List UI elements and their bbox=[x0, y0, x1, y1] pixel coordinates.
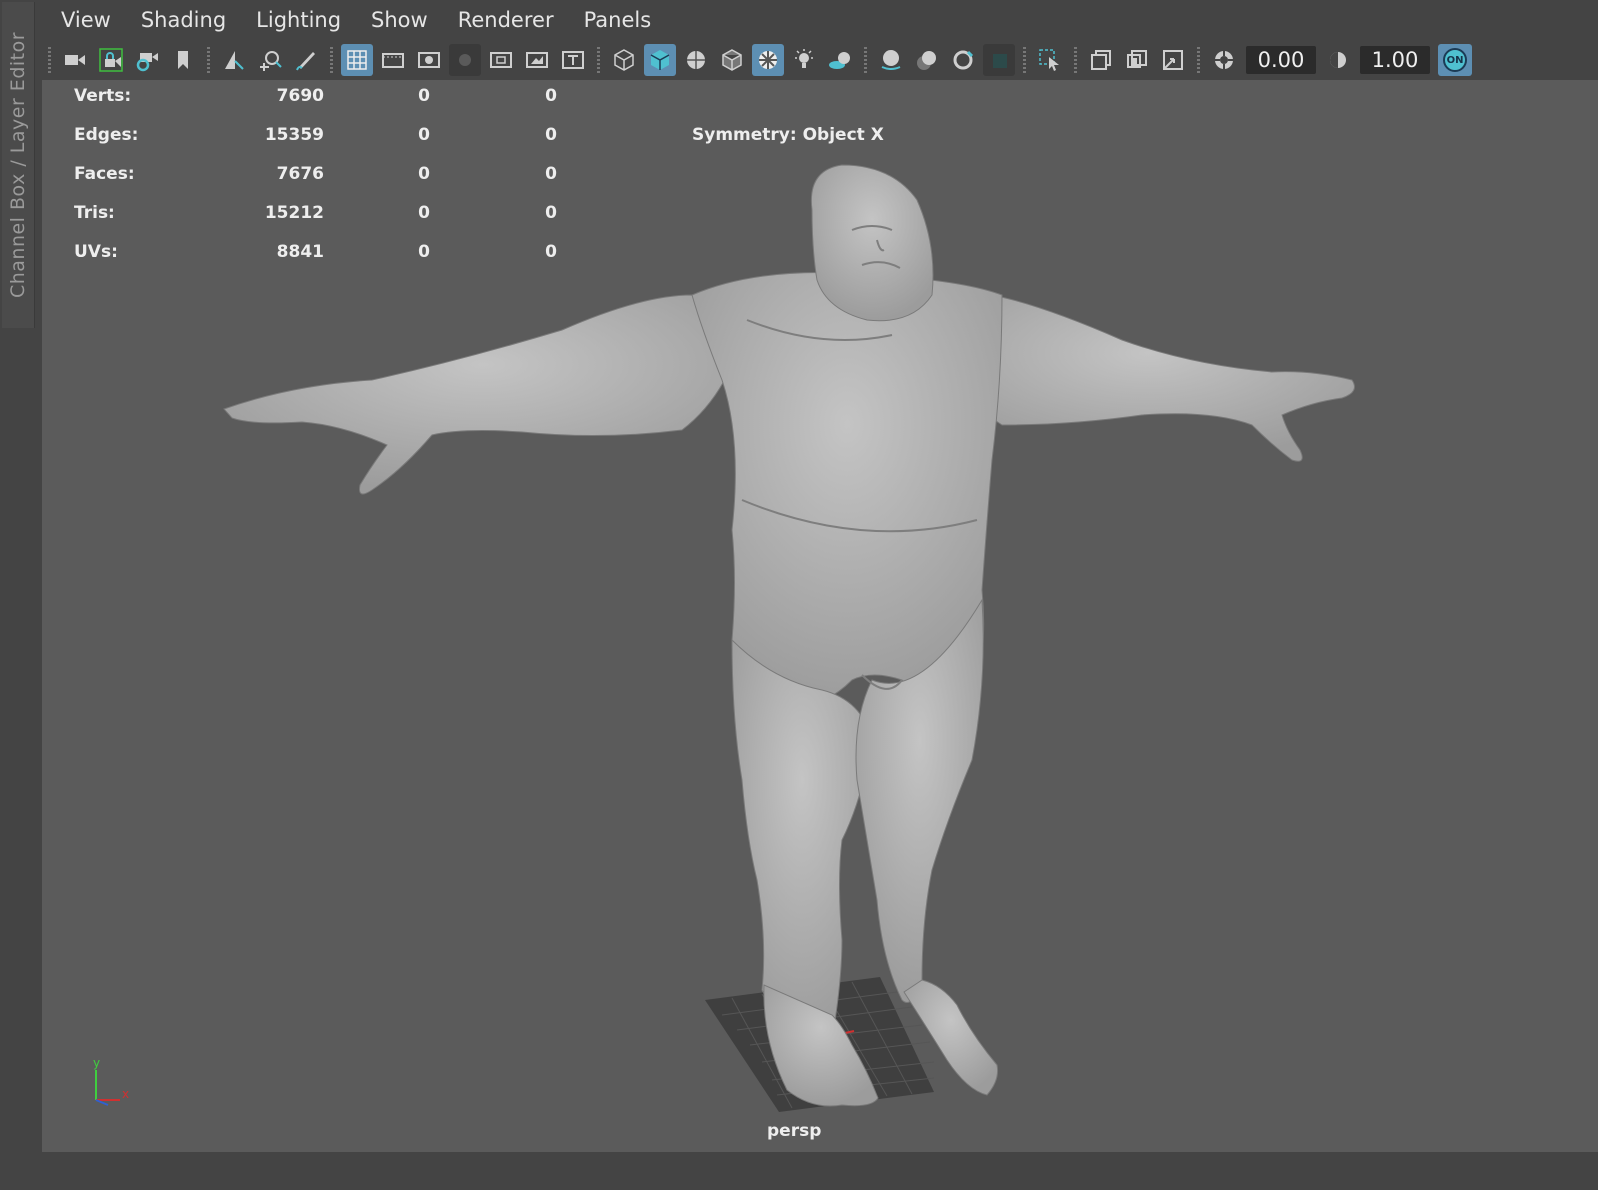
character-model[interactable] bbox=[42, 80, 1598, 1152]
hud-label: UVs: bbox=[74, 242, 118, 262]
gate-mask-icon[interactable] bbox=[449, 44, 481, 76]
hud-value: 0 bbox=[418, 242, 430, 262]
safe-action-icon[interactable] bbox=[521, 44, 553, 76]
hud-value: 0 bbox=[545, 125, 557, 145]
toolbar-separator bbox=[597, 47, 600, 73]
gamma-field[interactable]: 1.00 bbox=[1360, 46, 1430, 74]
toolbar-separator bbox=[48, 47, 51, 73]
color-management-label: ON bbox=[1443, 48, 1467, 72]
xray-joints-icon[interactable] bbox=[1121, 44, 1153, 76]
hud-value: 0 bbox=[545, 242, 557, 262]
isolate-select-icon[interactable] bbox=[983, 44, 1015, 76]
smooth-shade-icon[interactable] bbox=[644, 44, 676, 76]
hud-value: 7676 bbox=[276, 164, 324, 184]
viewport-panel: View Shading Lighting Show Renderer Pane… bbox=[42, 0, 1598, 1178]
image-plane-icon[interactable] bbox=[218, 44, 250, 76]
panel-toolbar: 0.00 1.00 ON bbox=[42, 40, 1598, 80]
wireframe-xray-icon[interactable] bbox=[1157, 44, 1189, 76]
grid-icon[interactable] bbox=[341, 44, 373, 76]
axis-x-label: x bbox=[122, 1087, 129, 1101]
hud-label: Faces: bbox=[74, 164, 135, 184]
wireframe-icon[interactable] bbox=[608, 44, 640, 76]
hud-value: 0 bbox=[418, 86, 430, 106]
menu-panels[interactable]: Panels bbox=[569, 0, 667, 40]
film-gate-icon[interactable] bbox=[377, 44, 409, 76]
panel-bottom-border bbox=[42, 1152, 1598, 1178]
hud-value: 0 bbox=[418, 125, 430, 145]
toolbar-separator bbox=[1023, 47, 1026, 73]
shadows-icon[interactable] bbox=[788, 44, 820, 76]
menu-shading[interactable]: Shading bbox=[126, 0, 241, 40]
menu-renderer[interactable]: Renderer bbox=[443, 0, 569, 40]
textured-icon[interactable] bbox=[716, 44, 748, 76]
camera-attributes-icon[interactable] bbox=[131, 44, 163, 76]
axis-y-label: y bbox=[93, 1056, 100, 1070]
toolbar-separator bbox=[207, 47, 210, 73]
2d-pan-zoom-icon[interactable] bbox=[254, 44, 286, 76]
color-management-toggle[interactable]: ON bbox=[1438, 44, 1472, 76]
xray-icon[interactable] bbox=[1034, 44, 1066, 76]
field-chart-icon[interactable] bbox=[485, 44, 517, 76]
hud-value: 15359 bbox=[264, 125, 324, 145]
motion-blur-icon[interactable] bbox=[875, 44, 907, 76]
exposure-icon[interactable] bbox=[1208, 44, 1240, 76]
toolbar-separator bbox=[1074, 47, 1077, 73]
view-axis-icon: y x bbox=[93, 1056, 129, 1106]
hud-value: 7690 bbox=[276, 86, 324, 106]
use-all-lights-icon[interactable] bbox=[752, 44, 784, 76]
menu-lighting[interactable]: Lighting bbox=[241, 0, 356, 40]
bookmark-icon[interactable] bbox=[167, 44, 199, 76]
hud-value: 8841 bbox=[276, 242, 324, 262]
camera-name: persp bbox=[767, 1121, 822, 1141]
side-tab-label: Channel Box / Layer Editor bbox=[7, 31, 29, 299]
side-strip: Channel Box / Layer Editor bbox=[0, 0, 38, 1190]
anti-aliasing-icon[interactable] bbox=[911, 44, 943, 76]
hud-label: Verts: bbox=[74, 86, 132, 106]
hud-label: Edges: bbox=[74, 125, 139, 145]
hud-value: 0 bbox=[545, 86, 557, 106]
gamma-icon[interactable] bbox=[1322, 44, 1354, 76]
hud-value: 0 bbox=[418, 164, 430, 184]
panel-menubar: View Shading Lighting Show Renderer Pane… bbox=[42, 0, 1598, 40]
toolbar-separator bbox=[1197, 47, 1200, 73]
lock-camera-icon[interactable] bbox=[95, 44, 127, 76]
exposure-field[interactable]: 0.00 bbox=[1246, 46, 1316, 74]
select-camera-icon[interactable] bbox=[59, 44, 91, 76]
xray-active-components-icon[interactable] bbox=[1085, 44, 1117, 76]
wireframe-on-shaded-icon[interactable] bbox=[680, 44, 712, 76]
hud-label: Tris: bbox=[74, 203, 115, 223]
grease-pencil-icon[interactable] bbox=[290, 44, 322, 76]
3d-viewport[interactable]: Verts: 7690 0 0 Edges: 15359 0 0 Faces: … bbox=[42, 80, 1598, 1152]
hud-value: 15212 bbox=[264, 203, 324, 223]
hud-value: 0 bbox=[545, 203, 557, 223]
screen-space-ao-icon[interactable] bbox=[824, 44, 856, 76]
channel-box-layer-editor-tab[interactable]: Channel Box / Layer Editor bbox=[2, 2, 35, 328]
depth-of-field-icon[interactable] bbox=[947, 44, 979, 76]
hud-value: 0 bbox=[545, 164, 557, 184]
symmetry-status: Symmetry: Object X bbox=[692, 125, 884, 145]
menu-show[interactable]: Show bbox=[356, 0, 443, 40]
safe-title-icon[interactable] bbox=[557, 44, 589, 76]
hud-value: 0 bbox=[418, 203, 430, 223]
resolution-gate-icon[interactable] bbox=[413, 44, 445, 76]
toolbar-separator bbox=[864, 47, 867, 73]
toolbar-separator bbox=[330, 47, 333, 73]
menu-view[interactable]: View bbox=[42, 0, 126, 40]
